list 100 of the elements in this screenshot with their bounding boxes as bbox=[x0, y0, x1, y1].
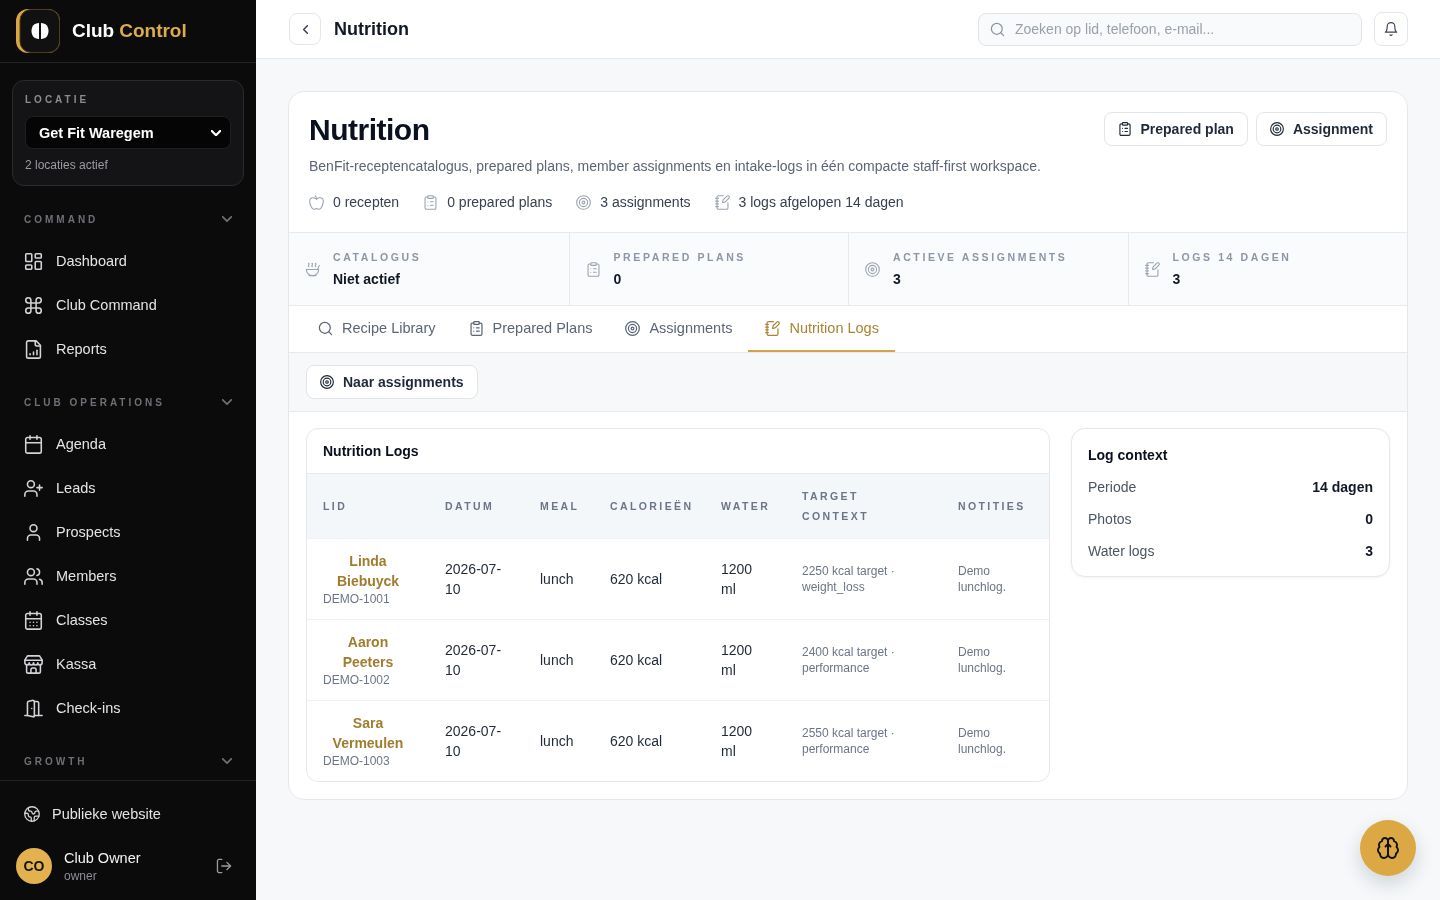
brand-name: Club bbox=[72, 20, 115, 42]
assistant-button[interactable] bbox=[1360, 820, 1416, 876]
clipboard-icon bbox=[585, 261, 601, 277]
chevron-down-icon bbox=[222, 399, 232, 405]
table-cell: 2026-07-10 bbox=[429, 619, 524, 701]
brain-icon bbox=[1377, 837, 1399, 859]
context-label: Photos bbox=[1088, 510, 1132, 529]
tab[interactable]: Recipe Library bbox=[301, 306, 452, 352]
stat-label: PREPARED PLANS bbox=[613, 250, 746, 265]
bowl-icon bbox=[305, 261, 320, 277]
chevron-left-icon bbox=[302, 24, 308, 34]
file-chart-icon bbox=[24, 339, 43, 359]
notifications-button[interactable] bbox=[1374, 12, 1408, 46]
meta-text: 0 recepten bbox=[333, 193, 400, 212]
table-cell: 2250 kcal target · weight_loss bbox=[786, 538, 942, 620]
nav-item[interactable]: Club Command bbox=[0, 283, 256, 327]
member-link[interactable]: Sara Vermeulen bbox=[323, 713, 413, 753]
globe-icon bbox=[24, 806, 40, 822]
calendar-icon bbox=[24, 610, 43, 630]
member-id: DEMO-1002 bbox=[323, 672, 391, 688]
nav-item[interactable]: Reports bbox=[0, 327, 256, 371]
target-icon bbox=[576, 194, 592, 210]
column-header: NOTITIES bbox=[942, 474, 1049, 539]
table-cell: 1200 ml bbox=[705, 538, 786, 620]
table-cell: 2026-07-10 bbox=[429, 538, 524, 620]
chevron-down-icon bbox=[222, 758, 232, 764]
search-icon bbox=[990, 21, 1005, 37]
panel-title: Log context bbox=[1088, 446, 1169, 465]
chevron-down-icon bbox=[222, 216, 232, 222]
action-button[interactable]: Prepared plan bbox=[1103, 112, 1248, 146]
target-icon bbox=[625, 320, 641, 336]
website-link[interactable]: Publieke website bbox=[0, 792, 256, 836]
table-cell: 620 kcal bbox=[594, 538, 705, 620]
table-cell: lunch bbox=[524, 619, 594, 701]
stat-value: 0 bbox=[613, 270, 623, 289]
user-role: owner bbox=[64, 867, 98, 884]
nav-item[interactable]: Prospects bbox=[0, 510, 256, 554]
logout-icon bbox=[216, 858, 232, 874]
page-title: Nutrition bbox=[309, 112, 430, 148]
stat-label: ACTIEVE ASSIGNMENTS bbox=[893, 250, 1068, 265]
stat-value: Niet actief bbox=[333, 270, 401, 289]
nav-item[interactable]: Members bbox=[0, 554, 256, 598]
nav-item[interactable]: Kassa bbox=[0, 642, 256, 686]
notebook-pen-icon bbox=[1144, 261, 1160, 277]
member-link[interactable]: Linda Biebuyck bbox=[323, 551, 413, 591]
section-heading: COMMAND bbox=[24, 213, 99, 225]
table-cell: 620 kcal bbox=[594, 619, 705, 701]
target-icon bbox=[1269, 122, 1284, 136]
action-button[interactable]: Assignment bbox=[1255, 112, 1387, 146]
context-value: 0 bbox=[1365, 510, 1373, 529]
context-value: 14 dagen bbox=[1312, 478, 1373, 497]
tab[interactable]: Prepared Plans bbox=[451, 306, 609, 352]
member-id: DEMO-1003 bbox=[323, 753, 391, 769]
table-cell: 2026-07-10 bbox=[429, 700, 524, 781]
meta-text: 3 assignments bbox=[600, 193, 691, 212]
page-description: BenFit-receptencatalogus, prepared plans, member assignments en intake-logs in één compacte staff-first workspace. bbox=[309, 157, 1042, 176]
stat-value: 3 bbox=[1172, 270, 1182, 289]
user-avatar: CO bbox=[16, 848, 52, 884]
location-select[interactable]: Get Fit Waregem bbox=[25, 116, 231, 149]
user-name: Club Owner bbox=[64, 848, 142, 868]
context-value: 3 bbox=[1365, 542, 1373, 561]
brand-name-highlight: Control bbox=[119, 20, 187, 42]
header-title: Nutrition bbox=[334, 18, 410, 40]
table-cell: 620 kcal bbox=[594, 700, 705, 781]
table-cell: lunch bbox=[524, 700, 594, 781]
table-cell: 1200 ml bbox=[705, 700, 786, 781]
nav-item[interactable]: Dashboard bbox=[0, 239, 256, 283]
target-icon bbox=[865, 261, 880, 277]
logo-icon bbox=[16, 9, 60, 53]
clipboard-icon bbox=[1117, 122, 1132, 136]
logout-button[interactable] bbox=[216, 858, 232, 874]
column-header: LID bbox=[307, 474, 429, 539]
nav-item[interactable]: Leads bbox=[0, 466, 256, 510]
user-plus-icon bbox=[24, 478, 43, 498]
chevron-down-icon bbox=[211, 129, 221, 136]
nav-item[interactable]: Check-ins bbox=[0, 686, 256, 730]
door-icon bbox=[24, 698, 43, 718]
table-cell: 2400 kcal target · performance bbox=[786, 619, 942, 701]
apple-icon bbox=[309, 194, 324, 210]
table-cell: Demo lunchlog. bbox=[942, 700, 1049, 781]
nav-item[interactable]: Classes bbox=[0, 598, 256, 642]
nav-item[interactable]: Agenda bbox=[0, 422, 256, 466]
search-field[interactable]: Zoeken op lid, telefoon, e-mail... bbox=[978, 12, 1362, 46]
stat-value: 3 bbox=[893, 270, 902, 289]
context-label: Water logs bbox=[1088, 542, 1155, 561]
calendar-icon bbox=[24, 434, 43, 454]
tab[interactable]: Assignments bbox=[608, 306, 749, 352]
column-header: CALORIEËN bbox=[594, 474, 705, 539]
column-header: MEAL bbox=[524, 474, 594, 539]
member-id: DEMO-1001 bbox=[323, 591, 391, 607]
users-icon bbox=[24, 566, 43, 586]
context-label: Periode bbox=[1088, 478, 1137, 497]
column-header: WATER bbox=[705, 474, 786, 539]
meta-text: 3 logs afgelopen 14 dagen bbox=[738, 193, 904, 212]
command-icon bbox=[24, 295, 43, 315]
stat-label: CATALOGUS bbox=[333, 250, 422, 265]
member-link[interactable]: Aaron Peeters bbox=[323, 632, 413, 672]
table-cell: Demo lunchlog. bbox=[942, 619, 1049, 701]
user-icon bbox=[24, 522, 43, 542]
assignments-button[interactable]: Naar assignments bbox=[306, 365, 478, 399]
